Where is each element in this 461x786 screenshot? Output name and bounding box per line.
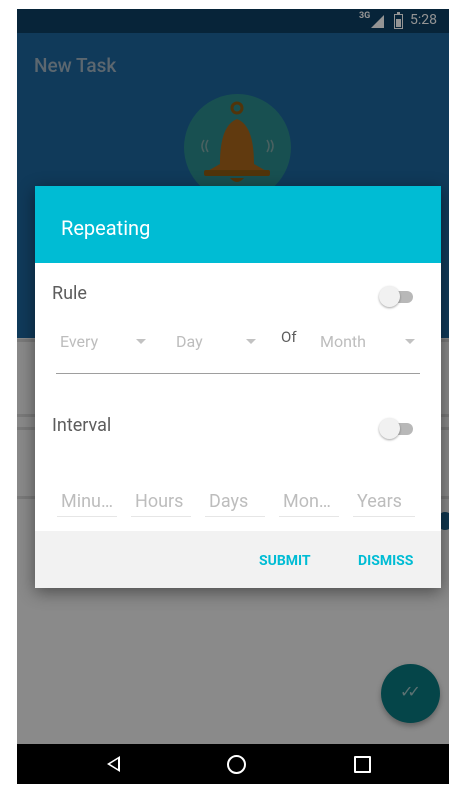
submit-button[interactable]: SUBMIT [259, 553, 311, 569]
input-underline [57, 516, 117, 517]
interval-toggle[interactable] [379, 418, 413, 439]
dismiss-button[interactable]: DISMISS [358, 553, 413, 569]
dialog-actions: SUBMIT DISMISS [35, 531, 441, 588]
minutes-input[interactable]: Minu… [61, 491, 113, 512]
recents-icon[interactable] [354, 756, 371, 773]
rule-label: Rule [52, 283, 87, 304]
month-dropdown[interactable]: Month [320, 332, 366, 351]
interval-label: Interval [52, 415, 112, 436]
rule-toggle[interactable] [379, 286, 413, 307]
of-label: Of [281, 328, 297, 346]
every-dropdown-arrow-icon [136, 339, 146, 344]
day-dropdown[interactable]: Day [176, 332, 203, 351]
dialog-header: Repeating [35, 186, 441, 263]
dialog-title: Repeating [61, 216, 151, 240]
input-underline [353, 516, 415, 517]
home-icon[interactable] [227, 755, 246, 774]
repeating-dialog: Repeating Rule Every Day Of Month Interv… [35, 186, 441, 588]
years-input[interactable]: Years [357, 491, 402, 512]
days-input[interactable]: Days [209, 491, 248, 512]
back-icon[interactable] [107, 756, 120, 772]
input-underline [205, 516, 265, 517]
month-dropdown-arrow-icon [405, 339, 415, 344]
input-underline [279, 516, 339, 517]
input-underline [131, 516, 191, 517]
toggle-thumb [379, 418, 400, 439]
navigation-bar [17, 744, 449, 784]
toggle-thumb [379, 286, 400, 307]
hours-input[interactable]: Hours [135, 491, 183, 512]
day-dropdown-arrow-icon [246, 339, 256, 344]
phone-screen: 3G 5:28 New Task ✓✓ Repeating Rule Every… [17, 9, 449, 784]
months-input[interactable]: Mon… [283, 491, 331, 512]
every-dropdown[interactable]: Every [60, 332, 98, 351]
rule-divider [56, 373, 420, 374]
